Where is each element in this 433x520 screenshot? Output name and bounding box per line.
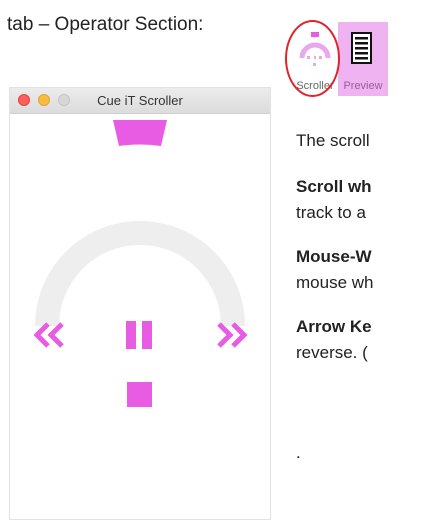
tab-preview[interactable]: Preview <box>338 22 388 96</box>
highlight-circle <box>285 20 340 97</box>
fast-forward-icon[interactable] <box>212 314 254 356</box>
window-titlebar[interactable]: Cue iT Scroller <box>10 88 270 114</box>
scroller-window: Cue iT Scroller <box>9 87 271 520</box>
paragraph-scroller-intro: The scroll <box>296 128 370 154</box>
pause-icon[interactable] <box>126 321 152 349</box>
speed-handle[interactable] <box>113 120 167 146</box>
window-title: Cue iT Scroller <box>97 93 183 108</box>
paragraph-heading: Arrow Ke <box>296 317 372 336</box>
paragraph-text: mouse wh <box>296 273 374 292</box>
paragraph-mouse-wheel: Mouse-W mouse wh <box>296 244 373 296</box>
scroller-panel <box>30 120 254 407</box>
tab-label: Preview <box>343 80 383 92</box>
paragraph-arrow-keys: Arrow Ke reverse. ( <box>296 314 372 366</box>
paragraph-scroll-wheel: Scroll wh track to a <box>296 174 372 226</box>
intro-text: tab – Operator Section: <box>7 14 204 35</box>
paragraph-text: reverse. ( <box>296 343 368 362</box>
speed-arc-track[interactable] <box>35 221 245 327</box>
paragraph-text: track to a <box>296 203 366 222</box>
stop-icon[interactable] <box>127 382 152 407</box>
paragraph-text: The scroll <box>296 131 370 150</box>
document-lines-icon <box>351 32 372 64</box>
trailing-period: . <box>296 443 301 462</box>
rewind-icon[interactable] <box>30 314 72 356</box>
paragraph-heading: Scroll wh <box>296 177 372 196</box>
paragraph-heading: Mouse-W <box>296 247 372 266</box>
